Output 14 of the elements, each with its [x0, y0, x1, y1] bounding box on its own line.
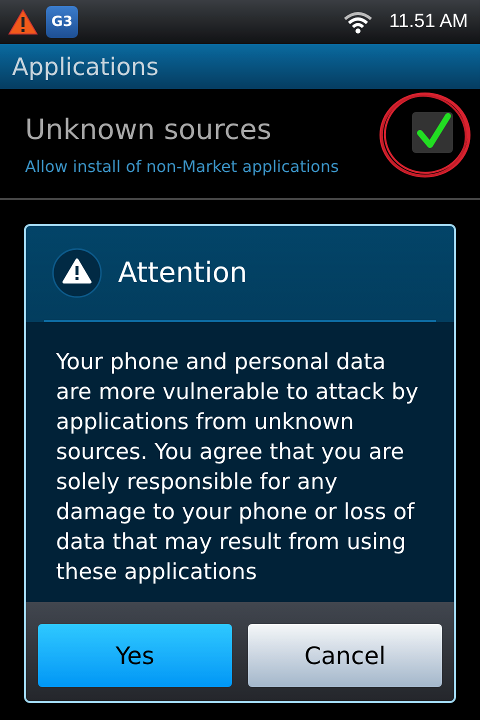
- setting-row[interactable]: Unknown sources Allow install of non-Market applications: [0, 89, 480, 200]
- dialog-button[interactable]: Cancel: [248, 624, 442, 687]
- dialog-title: Attention: [118, 255, 248, 291]
- dialog-message: Your phone and personal data are more vulnerable to attack by applications from unknown sources. You agree that you are solely responsible for any damage to your phone or loss of data that may result from using these applications: [56, 349, 420, 587]
- clock-time: 11.51 AM: [389, 10, 468, 34]
- setting-title: Unknown sources: [25, 112, 272, 148]
- warning-icon: [8, 9, 38, 35]
- wifi-icon: [343, 10, 374, 34]
- screen-title: Applications: [12, 52, 159, 82]
- setting-summary: Allow install of non-Market applications: [25, 156, 339, 178]
- warning-icon: [52, 248, 102, 298]
- checkbox[interactable]: [412, 112, 453, 153]
- dialog-button[interactable]: Yes: [38, 624, 232, 687]
- notification-badge: G3: [46, 6, 78, 38]
